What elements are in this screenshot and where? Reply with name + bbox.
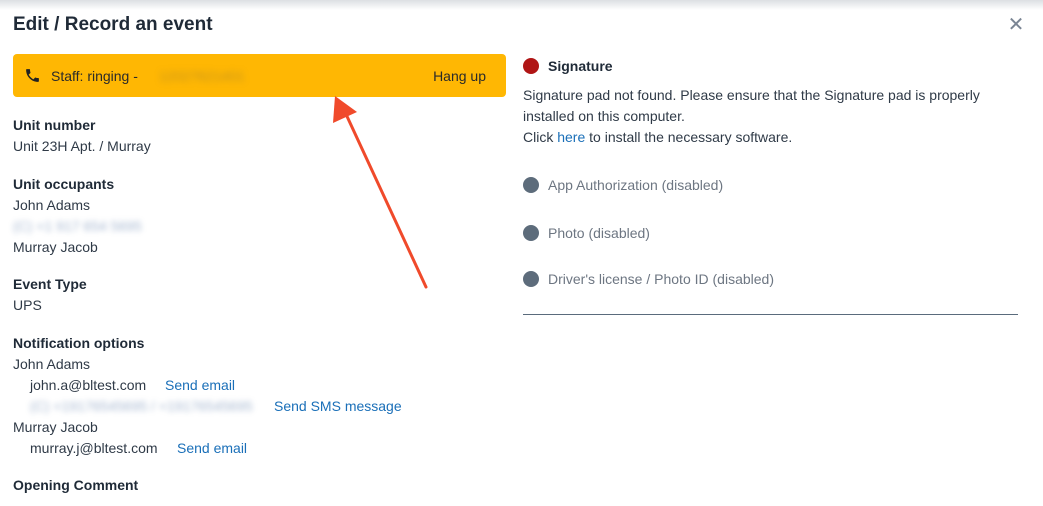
signature-heading: Signature (548, 58, 613, 74)
install-text: to install the necessary software. (589, 129, 793, 145)
signature-status-dot (523, 58, 539, 74)
app-authorization-dot (523, 177, 539, 193)
signature-message: Signature pad not found. Please ensure t… (523, 85, 1018, 148)
drivers-license-option: Driver's license / Photo ID (disabled) (548, 271, 774, 287)
signature-error-text: Signature pad not found. Please ensure t… (523, 87, 980, 124)
install-instruction: Click here to install the necessary soft… (523, 127, 1018, 148)
click-text: Click (523, 129, 554, 145)
annotation-arrow (333, 96, 428, 289)
photo-option: Photo (disabled) (548, 225, 650, 241)
app-authorization-option: App Authorization (disabled) (548, 177, 724, 193)
drivers-license-dot (523, 271, 539, 287)
section-divider (523, 314, 1018, 315)
photo-dot (523, 225, 539, 241)
install-here-link[interactable]: here (557, 129, 585, 145)
